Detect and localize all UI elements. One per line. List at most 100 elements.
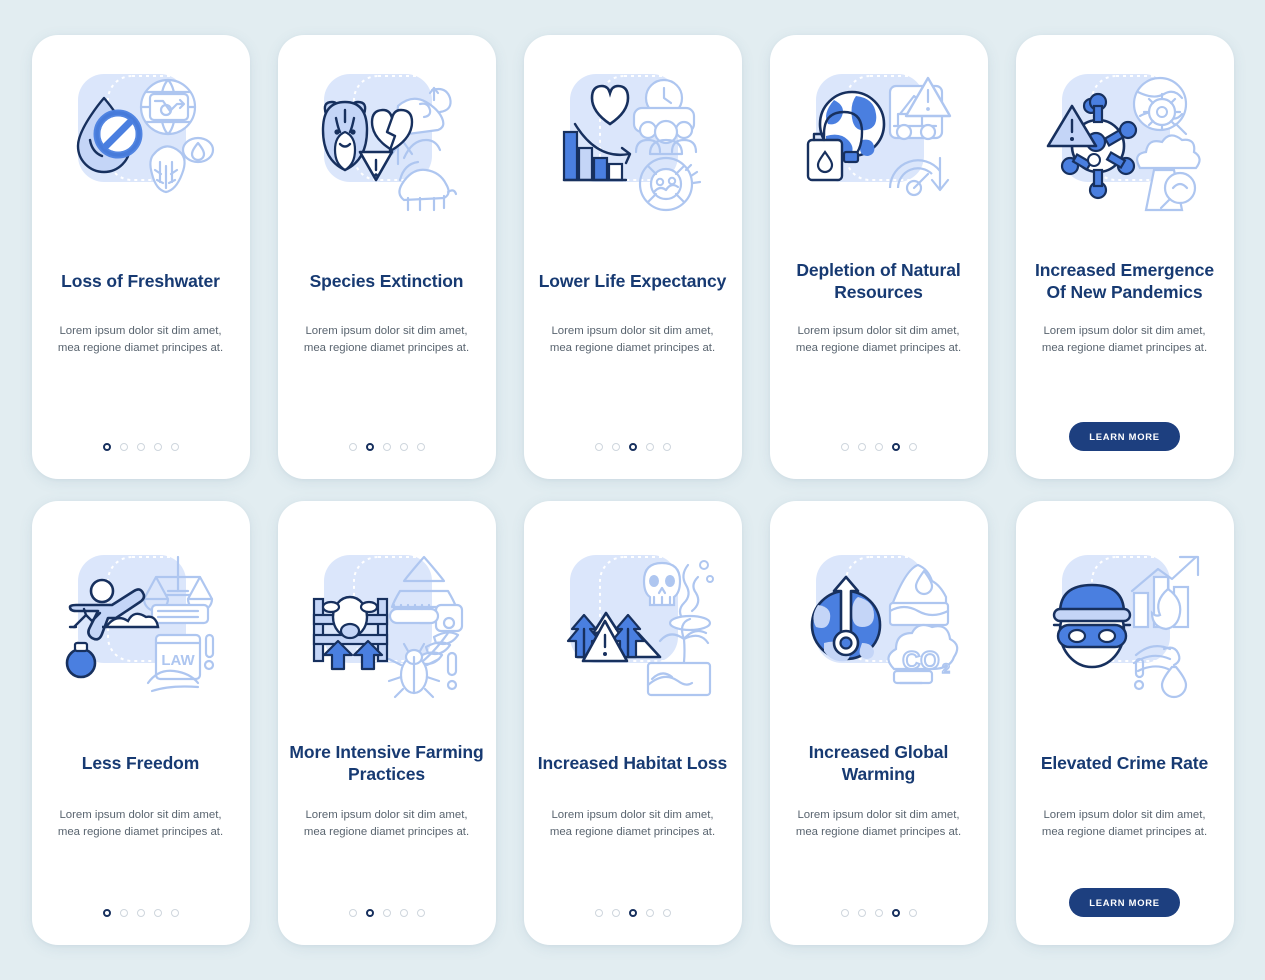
- screen-title: Species Extinction: [309, 271, 464, 292]
- top-row: Loss of Freshwater Lorem ipsum dolor sit…: [31, 35, 1234, 479]
- screen-title: Depletion of Natural Resources: [796, 260, 961, 302]
- pagination-dot-4[interactable]: [399, 909, 408, 917]
- footer-slot: [524, 887, 742, 917]
- pagination-dot-4[interactable]: [645, 909, 654, 917]
- pagination-dot-2[interactable]: [365, 909, 374, 917]
- illustration-area: [1016, 35, 1234, 235]
- screen-title: Increased Habitat Loss: [537, 753, 728, 774]
- pagination-dot-1[interactable]: [840, 909, 849, 917]
- learn-more-button[interactable]: LEARN MORE: [1069, 421, 1180, 451]
- pagination-dot-5[interactable]: [662, 909, 671, 917]
- pagination-dot-3[interactable]: [628, 909, 637, 917]
- pagination-dots[interactable]: [524, 909, 742, 917]
- onboarding-screen-species-extinction: Species Extinction Lorem ipsum dolor sit…: [277, 35, 496, 479]
- pagination-dots[interactable]: [770, 909, 988, 917]
- illustration-area: [524, 35, 742, 235]
- pagination-dot-2[interactable]: [611, 909, 620, 917]
- pagination-dot-3[interactable]: [874, 443, 883, 451]
- screen-title: Increased Emergence Of New Pandemics: [1034, 260, 1215, 302]
- pagination-dots[interactable]: [278, 443, 496, 451]
- learn-more-button[interactable]: LEARN MORE: [1069, 887, 1180, 917]
- pagination-dot-5[interactable]: [908, 909, 917, 917]
- pagination-dot-5[interactable]: [170, 443, 179, 451]
- screen-title: Elevated Crime Rate: [1040, 753, 1209, 774]
- illustration-area: [524, 501, 742, 713]
- pagination-dot-5[interactable]: [908, 443, 917, 451]
- bottom-row: LAW Less Freedom Lorem ipsum dolor sit d…: [31, 501, 1234, 945]
- pagination-dot-3[interactable]: [874, 909, 883, 917]
- footer-slot: [32, 421, 250, 451]
- illustration-area: [278, 35, 496, 235]
- onboarding-screen-increased-global-warming: CO 2 Increased Global Warming Lorem ipsu…: [769, 501, 988, 945]
- pagination-dot-2[interactable]: [365, 443, 374, 451]
- footer-slot: [278, 887, 496, 917]
- pagination-dots[interactable]: [524, 443, 742, 451]
- footer-slot: [770, 421, 988, 451]
- screen-body: Lorem ipsum dolor sit dim amet, mea regi…: [57, 809, 224, 839]
- pagination-dot-5[interactable]: [170, 909, 179, 917]
- mountains-trees-skull-coral-palm-icon: [548, 543, 718, 701]
- screen-body: Lorem ipsum dolor sit dim amet, mea regi…: [1041, 809, 1208, 839]
- pagination-dot-1[interactable]: [348, 443, 357, 451]
- pagination-dot-2[interactable]: [119, 909, 128, 917]
- pagination-dot-1[interactable]: [594, 443, 603, 451]
- pagination-dot-4[interactable]: [645, 443, 654, 451]
- pagination-dot-2[interactable]: [857, 443, 866, 451]
- globe-oil-can-excavator-gauge-icon: [794, 62, 964, 220]
- pagination-dot-5[interactable]: [416, 443, 425, 451]
- pagination-dot-4[interactable]: [399, 443, 408, 451]
- screen-title: Loss of Freshwater: [61, 271, 220, 292]
- pagination-dot-4[interactable]: [153, 909, 162, 917]
- footer-slot: [770, 887, 988, 917]
- declining-bar-chart-heart-people-icon: [548, 62, 718, 220]
- svg-text:2: 2: [942, 660, 950, 676]
- onboarding-screens-board: Loss of Freshwater Lorem ipsum dolor sit…: [0, 0, 1265, 980]
- screen-body: Lorem ipsum dolor sit dim amet, mea regi…: [795, 325, 962, 355]
- illustration-area: CO 2: [770, 501, 988, 713]
- pagination-dots[interactable]: [32, 443, 250, 451]
- pagination-dot-4[interactable]: [891, 909, 900, 917]
- screen-title: More Intensive Farming Practices: [289, 742, 484, 784]
- pagination-dot-5[interactable]: [662, 443, 671, 451]
- cow-fence-chainsaw-tree-beetle-icon: [302, 543, 472, 701]
- onboarding-screen-elevated-crime-rate: Elevated Crime Rate Lorem ipsum dolor si…: [1015, 501, 1234, 945]
- pagination-dot-3[interactable]: [382, 443, 391, 451]
- illustration-area: [32, 35, 250, 235]
- onboarding-screen-less-freedom: LAW Less Freedom Lorem ipsum dolor sit d…: [31, 501, 250, 945]
- pagination-dot-2[interactable]: [119, 443, 128, 451]
- footer-slot: [278, 421, 496, 451]
- onboarding-screen-depletion-of-natural-resources: Depletion of Natural Resources Lorem ips…: [769, 35, 988, 479]
- footer-slot: LEARN MORE: [1016, 421, 1234, 451]
- screen-body: Lorem ipsum dolor sit dim amet, mea regi…: [57, 325, 224, 355]
- pagination-dot-4[interactable]: [891, 443, 900, 451]
- onboarding-screen-lower-life-expectancy: Lower Life Expectancy Lorem ipsum dolor …: [523, 35, 742, 479]
- pagination-dot-1[interactable]: [594, 909, 603, 917]
- screen-body: Lorem ipsum dolor sit dim amet, mea regi…: [549, 325, 716, 355]
- screen-body: Lorem ipsum dolor sit dim amet, mea regi…: [303, 325, 470, 355]
- pagination-dot-3[interactable]: [136, 909, 145, 917]
- masked-thief-rising-chart-fire-icon: [1040, 543, 1210, 701]
- footer-slot: LEARN MORE: [1016, 887, 1234, 917]
- globe-thermometer-iceberg-co2-cloud-icon: CO 2: [794, 543, 964, 701]
- pagination-dot-1[interactable]: [348, 909, 357, 917]
- pagination-dot-3[interactable]: [628, 443, 637, 451]
- pagination-dot-1[interactable]: [840, 443, 849, 451]
- screen-body: Lorem ipsum dolor sit dim amet, mea regi…: [549, 809, 716, 839]
- onboarding-screen-more-intensive-farming-practices: More Intensive Farming Practices Lorem i…: [277, 501, 496, 945]
- pagination-dot-2[interactable]: [857, 909, 866, 917]
- pagination-dots[interactable]: [278, 909, 496, 917]
- pagination-dot-3[interactable]: [136, 443, 145, 451]
- pagination-dot-3[interactable]: [382, 909, 391, 917]
- pagination-dots[interactable]: [32, 909, 250, 917]
- screen-title: Less Freedom: [81, 753, 200, 774]
- illustration-area: [278, 501, 496, 713]
- pagination-dots[interactable]: [770, 443, 988, 451]
- pagination-dot-4[interactable]: [153, 443, 162, 451]
- onboarding-screen-loss-of-freshwater: Loss of Freshwater Lorem ipsum dolor sit…: [31, 35, 250, 479]
- virus-warning-globe-factory-icon: [1040, 62, 1210, 220]
- pagination-dot-5[interactable]: [416, 909, 425, 917]
- pagination-dot-2[interactable]: [611, 443, 620, 451]
- pagination-dot-1[interactable]: [102, 443, 111, 451]
- pagination-dot-1[interactable]: [102, 909, 111, 917]
- screen-body: Lorem ipsum dolor sit dim amet, mea regi…: [303, 809, 470, 839]
